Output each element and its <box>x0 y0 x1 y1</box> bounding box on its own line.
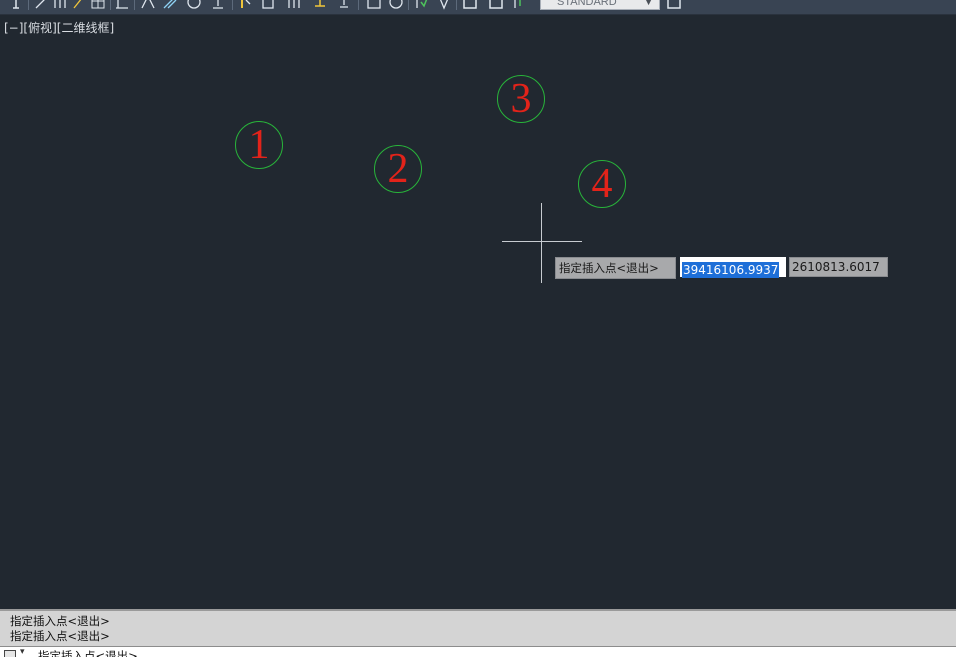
text-icon[interactable] <box>8 0 24 10</box>
toolbar-separator <box>232 0 233 10</box>
window-icon[interactable] <box>666 0 682 10</box>
arc-tool-icon[interactable] <box>388 0 404 10</box>
check-icon[interactable] <box>414 0 430 10</box>
crosshair-cursor-horizontal <box>502 241 582 242</box>
command-line[interactable]: ▾ 指定插入点<退出> <box>0 646 956 657</box>
command-line-prompt: 指定插入点<退出> <box>38 649 138 657</box>
refresh-icon[interactable] <box>512 0 528 10</box>
point-icon[interactable] <box>336 0 352 10</box>
dynamic-input-y-field[interactable]: 2610813.6017 <box>789 257 888 277</box>
attribute-icon[interactable] <box>260 0 276 10</box>
dropdown-icon: ▼ <box>644 0 653 7</box>
marker-4: 4 <box>578 160 626 208</box>
pointer-icon[interactable] <box>210 0 226 10</box>
polyline-icon[interactable] <box>52 0 68 10</box>
marker-1: 1 <box>235 121 283 169</box>
block-icon[interactable] <box>238 0 254 10</box>
command-history-line: 指定插入点<退出> <box>10 614 110 628</box>
marker-number: 3 <box>510 76 532 122</box>
underline-icon[interactable] <box>186 0 202 10</box>
layout-icon[interactable] <box>462 0 478 10</box>
toolbar-separator <box>28 0 29 10</box>
box-icon[interactable] <box>366 0 382 10</box>
arc-icon[interactable] <box>114 0 130 10</box>
circle-icon[interactable] <box>162 0 178 10</box>
marker-number: 2 <box>387 146 409 192</box>
toolbar: STANDARD ▼ <box>0 0 956 15</box>
toolbar-separator <box>134 0 135 10</box>
toolbar-separator <box>110 0 111 10</box>
drawing-canvas[interactable] <box>0 15 956 609</box>
line-icon[interactable] <box>34 0 50 10</box>
insert-icon[interactable] <box>286 0 302 10</box>
crosshair-cursor-vertical <box>541 203 542 283</box>
text-style-dropdown[interactable]: STANDARD ▼ <box>540 0 660 10</box>
dimension-icon[interactable] <box>312 0 328 10</box>
toolbar-separator <box>408 0 409 10</box>
marker-number: 4 <box>591 161 613 207</box>
marker-3: 3 <box>497 75 545 123</box>
layout-alt-icon[interactable] <box>488 0 504 10</box>
viewport-label[interactable]: [−][俯视][二维线框] <box>4 19 114 36</box>
dynamic-input-x-value: 39416106.9937 <box>682 262 780 278</box>
command-history-line: 指定插入点<退出> <box>10 629 110 643</box>
text-style-value: STANDARD <box>557 0 617 8</box>
toolbar-separator <box>358 0 359 10</box>
marker-number: 1 <box>248 122 270 168</box>
table-icon[interactable] <box>90 0 106 10</box>
toolbar-separator <box>456 0 457 10</box>
command-history: 指定插入点<退出> 指定插入点<退出> <box>0 609 956 646</box>
marker-2: 2 <box>374 145 422 193</box>
angle-icon[interactable] <box>140 0 156 10</box>
drawing-window: STANDARD ▼ [−][俯视][二维线框] 1 2 3 4 指定插入点<退… <box>0 0 956 657</box>
command-line-icon[interactable] <box>4 650 16 657</box>
dynamic-input-x-field[interactable]: 39416106.9937 <box>680 257 786 278</box>
chevron-down-icon[interactable]: ▾ <box>20 647 25 657</box>
symbol-icon[interactable] <box>436 0 452 10</box>
dynamic-input-prompt: 指定插入点<退出> <box>555 257 676 279</box>
leader-icon[interactable] <box>72 0 88 10</box>
